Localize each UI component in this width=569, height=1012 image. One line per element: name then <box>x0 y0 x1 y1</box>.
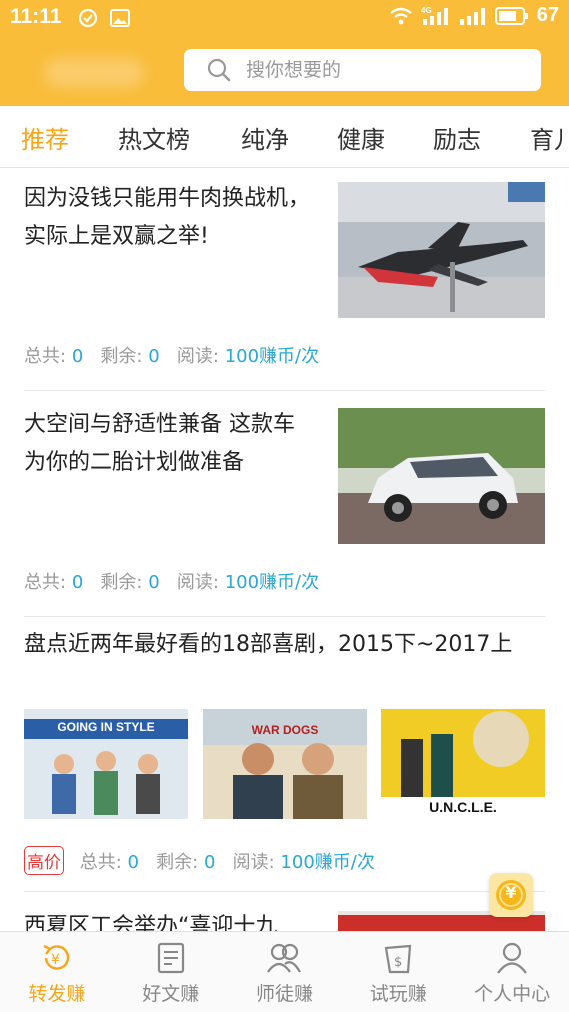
article-meta: 高价 总共: 0 剩余: 0 阅读: 100赚币/次 <box>24 846 375 875</box>
article-title[interactable]: 盘点近两年最好看的18部喜剧，2015下~2017上 <box>24 626 545 664</box>
category-tabs: 推荐 热文榜 纯净 健康 励志 育儿 <box>0 106 569 168</box>
article-title[interactable]: 大空间与舒适性兼备 这款车为你的二胎计划做准备 <box>24 406 314 482</box>
bottom-nav: ¥ 转发赚 好文赚 师徒赚 $ 试玩赚 个人中心 <box>0 931 569 1012</box>
app-header: 11:11 4G 67 搜你想要的 <box>0 0 569 106</box>
nav-profile[interactable]: 个人中心 <box>455 932 569 1012</box>
person-icon <box>497 942 527 974</box>
article-thumbnail[interactable] <box>338 408 545 544</box>
tab-hot-list[interactable]: 热文榜 <box>118 120 190 155</box>
app-logo <box>44 58 144 88</box>
high-price-badge: 高价 <box>24 846 64 875</box>
svg-text:$: $ <box>394 955 402 970</box>
fighter-jet-image <box>338 182 545 318</box>
poster-image[interactable]: U.N.C.L.E. <box>381 709 545 819</box>
status-bar: 11:11 4G 67 <box>0 0 569 36</box>
divider <box>24 616 545 617</box>
article-feed: 因为没钱只能用牛肉换战机，实际上是双赢之举! 总共: 0 剩余: 0 阅读: 1… <box>0 168 569 931</box>
total-value: 0 <box>71 572 84 593</box>
article-thumbnail[interactable] <box>338 182 545 318</box>
signal-4g-icon: 4G <box>421 6 448 25</box>
tab-inspiration[interactable]: 励志 <box>433 120 481 155</box>
poster-caption: U.N.C.L.E. <box>429 799 497 815</box>
cup-dollar-icon: $ <box>384 944 412 974</box>
check-circle-icon <box>78 8 98 28</box>
total-value: 0 <box>127 852 139 873</box>
search-bar[interactable] <box>184 49 541 91</box>
people-icon <box>267 943 302 973</box>
coin-symbol: ¥ <box>505 883 517 902</box>
remain-value: 0 <box>203 852 216 873</box>
divider <box>24 390 545 391</box>
tab-pure[interactable]: 纯净 <box>241 120 289 155</box>
wifi-icon <box>390 7 412 24</box>
reward-value: 100赚币/次 <box>224 346 320 367</box>
remain-value: 0 <box>148 346 160 367</box>
floating-coin-button[interactable]: ¥ <box>489 873 533 917</box>
image-icon <box>110 9 130 27</box>
status-time: 11:11 <box>10 5 62 28</box>
svg-text:4G: 4G <box>421 6 432 15</box>
poster-caption: WAR DOGS <box>251 723 319 737</box>
article-title[interactable]: 西夏区工会举办“喜迎十九 <box>24 908 324 931</box>
poster-image[interactable]: GOING IN STYLE <box>24 709 188 819</box>
article-meta: 总共: 0 剩余: 0 阅读: 100赚币/次 <box>24 346 320 367</box>
signal-icon <box>459 7 485 25</box>
tab-recommend[interactable]: 推荐 <box>21 120 69 155</box>
poster-image[interactable]: WAR DOGS <box>203 709 367 819</box>
svg-text:¥: ¥ <box>51 952 60 968</box>
remain-value: 0 <box>148 572 160 593</box>
article-title[interactable]: 因为没钱只能用牛肉换战机，实际上是双赢之举! <box>24 180 314 256</box>
reward-value: 100赚币/次 <box>224 572 320 593</box>
car-image <box>338 408 545 544</box>
article-card[interactable]: 因为没钱只能用牛肉换战机，实际上是双赢之举! 总共: 0 剩余: 0 阅读: 1… <box>24 180 545 375</box>
search-input[interactable] <box>246 59 506 81</box>
yen-refresh-icon: ¥ <box>43 944 70 970</box>
battery-icon <box>494 6 528 25</box>
article-icon <box>157 942 184 974</box>
article-meta: 总共: 0 剩余: 0 阅读: 100赚币/次 <box>24 572 320 593</box>
tab-parenting[interactable]: 育儿 <box>530 120 569 155</box>
article-card[interactable]: 西夏区工会举办“喜迎十九 <box>24 908 545 931</box>
nav-good-article-earn[interactable]: 好文赚 <box>114 932 228 1012</box>
article-card[interactable]: 大空间与舒适性兼备 这款车为你的二胎计划做准备 总共: 0 剩余: 0 阅读: … <box>24 406 545 601</box>
nav-forward-earn[interactable]: ¥ 转发赚 <box>0 932 114 1012</box>
total-value: 0 <box>71 346 84 367</box>
battery-level: 67 <box>536 4 559 26</box>
nav-trial-earn[interactable]: $ 试玩赚 <box>341 932 455 1012</box>
nav-mentor-earn[interactable]: 师徒赚 <box>228 932 342 1012</box>
reward-value: 100赚币/次 <box>280 852 375 873</box>
divider <box>24 891 545 892</box>
tab-health[interactable]: 健康 <box>337 120 385 155</box>
poster-caption: GOING IN STYLE <box>57 720 155 734</box>
search-icon <box>207 58 231 82</box>
